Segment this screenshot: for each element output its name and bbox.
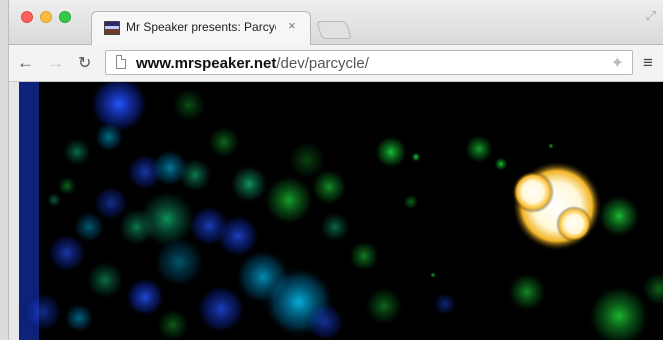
particle — [47, 233, 87, 273]
menu-icon[interactable]: ≡ — [643, 53, 653, 73]
particle — [494, 157, 508, 171]
particle — [196, 284, 246, 334]
particle — [263, 174, 315, 226]
particle — [57, 176, 77, 196]
particle — [23, 292, 63, 332]
active-tab[interactable]: Mr Speaker presents: Parcyc × — [91, 11, 311, 45]
particle-canvas[interactable] — [19, 82, 663, 340]
bookmark-icon[interactable]: ✦ — [611, 53, 624, 73]
particle — [64, 303, 94, 333]
particle — [153, 236, 205, 288]
zoom-window-button[interactable] — [59, 11, 71, 23]
url-path: /dev/parcycle/ — [276, 55, 369, 72]
particle — [512, 171, 554, 213]
minimize-window-button[interactable] — [40, 11, 52, 23]
particle — [62, 137, 92, 167]
particle — [207, 125, 241, 159]
back-button[interactable]: ← — [17, 53, 34, 73]
particle — [171, 87, 207, 123]
new-tab-button[interactable] — [316, 21, 352, 39]
page-viewport — [19, 82, 663, 340]
tab-title: Mr Speaker presents: Parcyc — [126, 20, 276, 34]
tab-close-icon[interactable]: × — [288, 18, 296, 33]
particle — [556, 206, 592, 242]
particle — [348, 240, 380, 272]
particle — [364, 286, 404, 326]
particle — [403, 194, 419, 210]
particle — [125, 277, 165, 317]
tab-strip: Mr Speaker presents: Parcyc × ⤢ — [9, 0, 663, 45]
particle — [287, 140, 327, 180]
particle — [319, 211, 351, 243]
fullscreen-icon[interactable]: ⤢ — [646, 8, 656, 24]
forward-button[interactable]: → — [47, 53, 64, 73]
reload-button[interactable]: ↻ — [78, 53, 91, 73]
particle — [229, 164, 269, 204]
particle — [177, 157, 213, 193]
particle — [411, 152, 421, 162]
url-host: www.mrspeaker.net — [136, 55, 277, 72]
particle — [374, 135, 408, 169]
particle — [548, 143, 554, 149]
browser-toolbar: ← → ↻ www.mrspeaker.net/dev/parcycle/ ✦ … — [9, 45, 663, 82]
address-bar[interactable]: www.mrspeaker.net/dev/parcycle/ ✦ — [105, 50, 633, 75]
close-window-button[interactable] — [21, 11, 33, 23]
particle — [85, 260, 125, 300]
particle — [430, 272, 436, 278]
address-url[interactable]: www.mrspeaker.net/dev/parcycle/ — [136, 55, 369, 72]
page-icon — [116, 55, 126, 69]
page-favicon-icon — [104, 21, 120, 35]
particle — [94, 122, 124, 152]
particle — [46, 192, 62, 208]
particle — [597, 194, 641, 238]
particle — [433, 292, 457, 316]
particle — [507, 272, 547, 312]
particle — [464, 134, 494, 164]
browser-window: Mr Speaker presents: Parcyc × ⤢ ← → ↻ ww… — [8, 0, 663, 340]
window-controls — [21, 11, 71, 23]
